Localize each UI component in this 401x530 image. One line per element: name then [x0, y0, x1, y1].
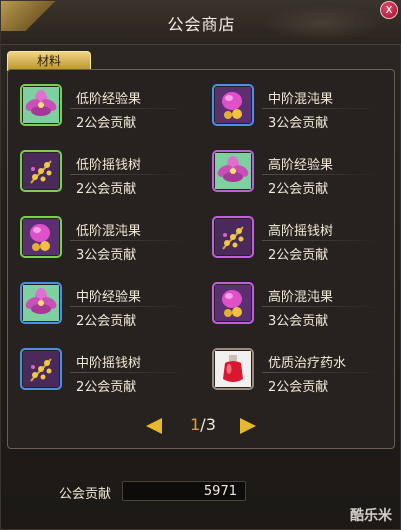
shop-item[interactable]: 低阶经验果 2公会贡献 — [12, 74, 192, 131]
shop-item[interactable]: 高阶摇钱树 2公会贡献 — [204, 206, 384, 263]
page-indicator: 1/3 — [178, 415, 228, 434]
item-divider — [262, 372, 380, 373]
item-name: 中阶经验果 — [76, 290, 142, 305]
shop-item[interactable]: 高阶混沌果 3公会贡献 — [204, 272, 384, 329]
item-name: 高阶摇钱树 — [268, 224, 334, 239]
item-divider — [262, 240, 380, 241]
shop-item[interactable]: 低阶摇钱树 2公会贡献 — [12, 140, 192, 197]
shop-item[interactable]: 中阶摇钱树 2公会贡献 — [12, 338, 192, 395]
item-divider — [262, 306, 380, 307]
item-name: 低阶摇钱树 — [76, 158, 142, 173]
contribution-label: 公会贡献 — [59, 487, 112, 502]
title-bar: 公会商店 x — [1, 1, 401, 45]
item-divider — [70, 174, 188, 175]
pagination: 1/3 — [8, 410, 396, 440]
money-tree-icon[interactable] — [20, 150, 62, 192]
item-cost: 2公会贡献 — [76, 182, 137, 197]
item-divider — [70, 372, 188, 373]
item-cost: 2公会贡献 — [76, 380, 137, 395]
contribution-value: 5971 — [203, 484, 237, 499]
money-tree-icon[interactable] — [20, 348, 62, 390]
item-name: 低阶经验果 — [76, 92, 142, 107]
item-name: 中阶混沌果 — [268, 92, 334, 107]
item-divider — [70, 108, 188, 109]
chaos-fruit-icon[interactable] — [212, 84, 254, 126]
item-divider — [70, 306, 188, 307]
page-total: /3 — [200, 415, 216, 434]
tab-materials[interactable]: 材料 — [7, 51, 91, 71]
item-cost: 2公会贡献 — [76, 314, 137, 329]
item-grid: 1/3 低阶经验果 2公会贡献 中阶混沌果 3公会贡献 低阶摇钱树 2公会贡献 高阶经验果 2… — [7, 69, 395, 449]
shop-item[interactable]: 中阶混沌果 3公会贡献 — [204, 74, 384, 131]
shop-item[interactable]: 优质治疗药水 2公会贡献 — [204, 338, 384, 395]
healing-potion-icon[interactable] — [212, 348, 254, 390]
item-divider — [262, 174, 380, 175]
shop-item[interactable]: 低阶混沌果 3公会贡献 — [12, 206, 192, 263]
chaos-fruit-icon[interactable] — [20, 216, 62, 258]
shop-item[interactable]: 中阶经验果 2公会贡献 — [12, 272, 192, 329]
item-cost: 3公会贡献 — [268, 116, 329, 131]
item-divider — [70, 240, 188, 241]
item-cost: 2公会贡献 — [76, 116, 137, 131]
item-cost: 2公会贡献 — [268, 380, 329, 395]
close-button[interactable]: x — [380, 1, 398, 19]
item-cost: 2公会贡献 — [268, 248, 329, 263]
shop-item[interactable]: 高阶经验果 2公会贡献 — [204, 140, 384, 197]
page-current: 1 — [190, 415, 201, 434]
item-cost: 3公会贡献 — [268, 314, 329, 329]
lotus-flower-icon[interactable] — [212, 150, 254, 192]
item-cost: 3公会贡献 — [76, 248, 137, 263]
lotus-flower-icon[interactable] — [20, 282, 62, 324]
item-name: 低阶混沌果 — [76, 224, 142, 239]
money-tree-icon[interactable] — [212, 216, 254, 258]
item-cost: 2公会贡献 — [268, 182, 329, 197]
item-name: 高阶经验果 — [268, 158, 334, 173]
guild-shop-window: 公会商店 x 材料 1/3 低阶经验果 2公会贡献 中阶混沌果 3公会贡献 低阶摇钱树 2… — [0, 0, 401, 530]
contribution-field: 5971 — [122, 481, 246, 501]
item-name: 中阶摇钱树 — [76, 356, 142, 371]
prev-page-arrow-icon[interactable] — [146, 418, 162, 434]
next-page-arrow-icon[interactable] — [240, 418, 256, 434]
item-name: 优质治疗药水 — [268, 356, 347, 371]
watermark-logo: 酷乐米 — [350, 508, 392, 524]
chaos-fruit-icon[interactable] — [212, 282, 254, 324]
window-title: 公会商店 — [167, 15, 236, 34]
item-divider — [262, 108, 380, 109]
lotus-flower-icon[interactable] — [20, 84, 62, 126]
item-name: 高阶混沌果 — [268, 290, 334, 305]
